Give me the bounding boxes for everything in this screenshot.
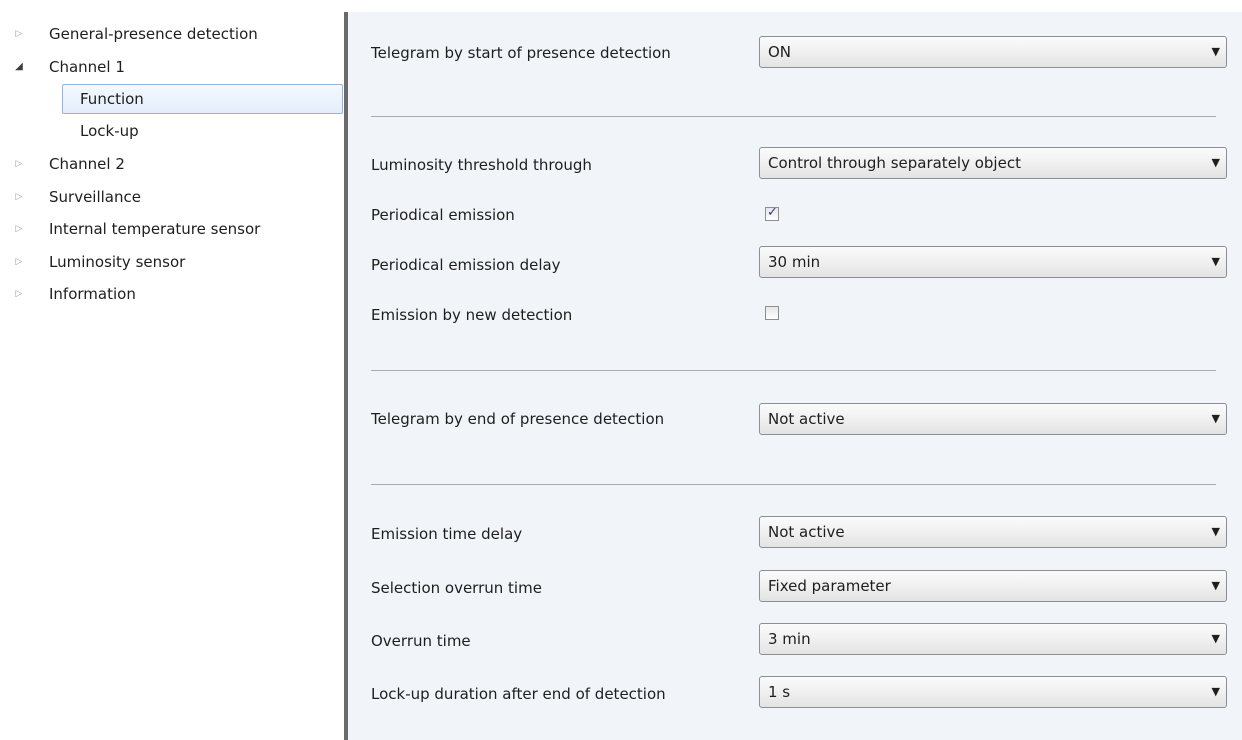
tree-item-label: General-presence detection (49, 25, 258, 43)
telegram-start-select[interactable]: ON ▼ (759, 36, 1227, 68)
periodical-delay-label: Periodical emission delay (371, 256, 561, 274)
overrun-time-select[interactable]: 3 min ▼ (759, 623, 1227, 655)
tree-item-label: Internal temperature sensor (49, 220, 261, 238)
telegram-end-label: Telegram by end of presence detection (371, 410, 665, 428)
lockup-duration-value: 1 s (768, 683, 791, 701)
luminosity-threshold-value: Control through separately object (768, 154, 1021, 172)
section-divider (371, 116, 1216, 117)
luminosity-threshold-label: Luminosity threshold through (371, 156, 592, 174)
overrun-time-value: 3 min (768, 630, 811, 648)
checkmark-icon: ✓ (767, 205, 778, 220)
periodical-emission-label: Periodical emission (371, 206, 515, 224)
tree-item-label: Surveillance (49, 188, 141, 206)
tree-item-function[interactable]: Function (62, 84, 343, 114)
collapsed-arrow-icon[interactable]: ▷ (14, 214, 24, 244)
telegram-start-label: Telegram by start of presence detection (371, 44, 671, 62)
dropdown-arrow-icon: ▼ (1211, 156, 1220, 169)
parameter-tree: ▷ General-presence detection ◢ Channel 1… (0, 0, 344, 740)
collapsed-arrow-icon[interactable]: ▷ (14, 247, 24, 277)
dropdown-arrow-icon: ▼ (1211, 685, 1220, 698)
app-window: ▷ General-presence detection ◢ Channel 1… (0, 0, 1242, 740)
telegram-start-value: ON (768, 43, 792, 61)
emission-time-delay-value: Not active (768, 523, 845, 541)
tree-item-information[interactable]: ▷ Information (0, 279, 340, 309)
tree-item-luminosity-sensor[interactable]: ▷ Luminosity sensor (0, 247, 340, 277)
tree-item-label: Lock-up (80, 122, 139, 140)
tree-item-label: Channel 1 (49, 58, 125, 76)
tree-item-internal-temperature-sensor[interactable]: ▷ Internal temperature sensor (0, 214, 340, 244)
dropdown-arrow-icon: ▼ (1211, 45, 1220, 58)
periodical-delay-value: 30 min (768, 253, 821, 271)
periodical-delay-select[interactable]: 30 min ▼ (759, 246, 1227, 278)
collapsed-arrow-icon[interactable]: ▷ (14, 149, 24, 179)
dropdown-arrow-icon: ▼ (1211, 632, 1220, 645)
lockup-duration-select[interactable]: 1 s ▼ (759, 676, 1227, 708)
periodical-emission-checkbox[interactable]: ✓ (765, 205, 779, 221)
selection-overrun-value: Fixed parameter (768, 577, 891, 595)
telegram-end-value: Not active (768, 410, 845, 428)
emission-time-delay-label: Emission time delay (371, 525, 523, 543)
selection-overrun-select[interactable]: Fixed parameter ▼ (759, 570, 1227, 602)
parameter-panel: Telegram by start of presence detection … (348, 12, 1242, 740)
luminosity-threshold-select[interactable]: Control through separately object ▼ (759, 147, 1227, 179)
tree-item-label: Function (80, 90, 144, 108)
tree-item-label: Luminosity sensor (49, 253, 186, 271)
tree-item-surveillance[interactable]: ▷ Surveillance (0, 182, 340, 212)
collapsed-arrow-icon[interactable]: ▷ (14, 279, 24, 309)
tree-item-label: Information (49, 285, 136, 303)
lockup-duration-label: Lock-up duration after end of detection (371, 685, 666, 703)
telegram-end-select[interactable]: Not active ▼ (759, 403, 1227, 435)
emission-new-detection-checkbox[interactable] (765, 306, 779, 320)
selection-overrun-label: Selection overrun time (371, 579, 542, 597)
emission-time-delay-select[interactable]: Not active ▼ (759, 516, 1227, 548)
dropdown-arrow-icon: ▼ (1211, 525, 1220, 538)
expanded-arrow-icon[interactable]: ◢ (14, 52, 24, 82)
dropdown-arrow-icon: ▼ (1211, 412, 1220, 425)
tree-item-general-presence-detection[interactable]: ▷ General-presence detection (0, 19, 340, 49)
tree-item-channel-1[interactable]: ◢ Channel 1 (0, 52, 340, 82)
emission-new-detection-label: Emission by new detection (371, 306, 573, 324)
tree-item-lock-up[interactable]: Lock-up (62, 116, 340, 146)
tree-item-channel-2[interactable]: ▷ Channel 2 (0, 149, 340, 179)
section-divider (371, 370, 1216, 371)
overrun-time-label: Overrun time (371, 632, 471, 650)
section-divider (371, 484, 1216, 485)
collapsed-arrow-icon[interactable]: ▷ (14, 182, 24, 212)
dropdown-arrow-icon: ▼ (1211, 579, 1220, 592)
collapsed-arrow-icon[interactable]: ▷ (14, 19, 24, 49)
dropdown-arrow-icon: ▼ (1211, 255, 1220, 268)
tree-item-label: Channel 2 (49, 155, 125, 173)
